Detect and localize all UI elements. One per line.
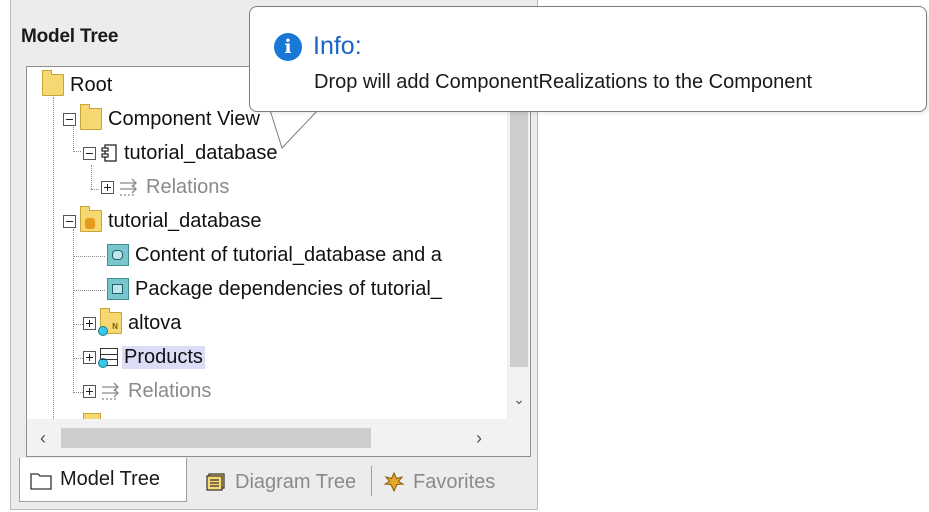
info-tooltip: i Info: Drop will add ComponentRealizati… [249,6,927,112]
tooltip-message: Drop will add ComponentRealizations to t… [314,71,813,93]
expand-icon[interactable] [83,350,96,364]
expand-icon[interactable] [83,316,96,330]
horizontal-scrollbar[interactable]: ‹ › [27,419,507,456]
tree-item-label: Root [70,73,113,96]
component-icon [100,143,118,163]
database-package-icon [80,206,102,232]
tree-item-component-view[interactable]: Component View [63,103,262,135]
tree-item-label: Products [122,345,205,369]
tree-item-label: Content of tutorial_database and a [135,243,442,266]
tree-item-label: altova [128,311,182,334]
namespace-folder-icon: N [98,308,122,336]
tree-item-label: tutorial_database [108,209,262,232]
collapse-icon[interactable] [63,112,76,126]
collapse-icon[interactable] [83,146,96,160]
tab-label: Favorites [413,470,496,493]
tree-rows: Root Component View tutorial_database Re… [27,67,507,419]
tree-item-products[interactable]: Products [83,341,205,373]
tooltip-pointer-joint [271,104,317,111]
scrollbar-corner [507,419,530,456]
relations-icon [100,380,122,402]
horizontal-scrollbar-thumb[interactable] [61,428,371,448]
tab-label: Diagram Tree [235,470,357,493]
folder-outline-icon [30,470,52,490]
tab-model-tree[interactable]: Model Tree [19,458,187,502]
panel-tabs: Model Tree Diagram Tree Favorites [11,458,538,510]
tab-label: Model Tree [60,468,161,490]
tree-item-diagram-dependencies[interactable]: Package dependencies of tutorial_ [107,273,444,305]
tree-item-relations[interactable]: Relations [101,171,231,203]
vertical-scrollbar-thumb[interactable] [510,71,528,367]
tree-item-package[interactable]: tutorial_database [63,205,263,237]
tree-item-root[interactable]: Root [42,69,114,101]
favorites-icon [383,471,405,493]
tab-diagram-tree[interactable]: Diagram Tree [201,462,375,502]
table-icon [98,348,118,368]
tree-item-label: tutorial_database [124,141,278,164]
expand-icon[interactable] [83,384,96,398]
collapse-icon[interactable] [63,214,76,228]
tree-item-label: Relations [146,175,230,198]
tab-favorites[interactable]: Favorites [381,462,533,502]
diagram-tree-icon [205,472,227,492]
scroll-down-icon[interactable]: ⌄ [509,389,529,409]
tooltip-title: Info: [313,32,362,60]
tree-item-diagram-content[interactable]: Content of tutorial_database and a [107,239,444,271]
diagram-icon [107,278,129,300]
expand-icon[interactable] [101,180,114,194]
tree-item-relations[interactable]: Relations [83,375,213,407]
relations-icon [118,176,140,198]
model-tree-view[interactable]: Root Component View tutorial_database Re… [26,66,531,457]
tree-item-label: Component View [108,107,260,130]
panel-title: Model Tree [21,26,119,47]
info-icon: i [274,33,302,61]
folder-icon [42,70,64,96]
folder-icon [80,104,102,130]
tab-separator [371,466,372,496]
scroll-right-icon[interactable]: › [469,428,489,448]
vertical-scrollbar[interactable]: ⌄ [507,67,530,419]
tree-item-label: Relations [128,379,212,402]
tree-item-altova[interactable]: N altova [83,307,183,339]
tree-item-component[interactable]: tutorial_database [83,137,279,169]
scroll-left-icon[interactable]: ‹ [33,428,53,448]
tree-item-label: Package dependencies of tutorial_ [135,277,442,300]
diagram-icon [107,244,129,266]
